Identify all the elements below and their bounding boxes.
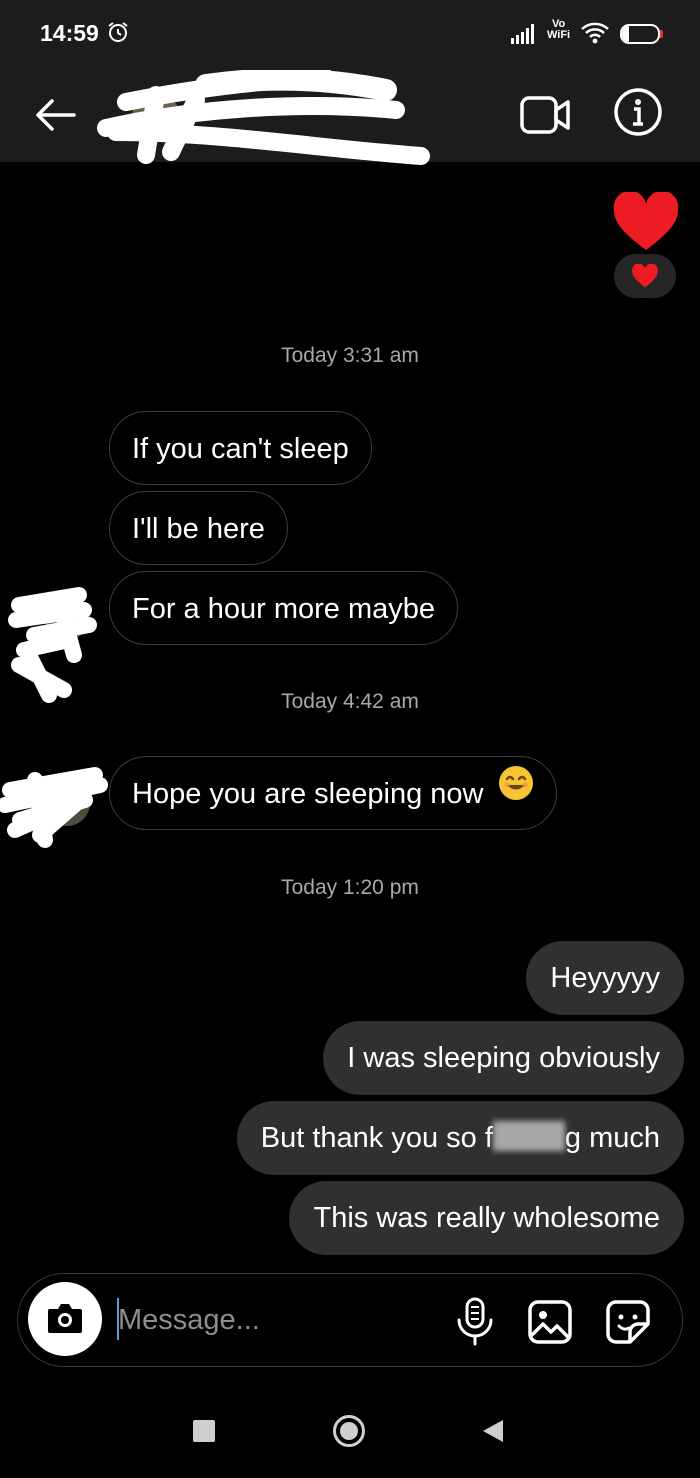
chat-header: ic bbox=[0, 68, 700, 165]
smiling-face-emoji-icon bbox=[498, 755, 534, 829]
blurred-text bbox=[492, 1121, 565, 1152]
timestamp: Today 3:31 am bbox=[281, 344, 419, 367]
message-text-start: But thank you so f bbox=[260, 1122, 493, 1154]
timestamp: Today 4:42 am bbox=[281, 690, 419, 713]
sent-message[interactable]: I was sleeping obviously bbox=[323, 1021, 684, 1095]
microphone-button[interactable] bbox=[454, 1296, 496, 1346]
sticker-button[interactable] bbox=[604, 1298, 652, 1346]
video-call-button[interactable] bbox=[518, 90, 572, 140]
received-message[interactable]: Hope you are sleeping now bbox=[109, 756, 557, 830]
received-message[interactable]: For a hour more maybe bbox=[109, 571, 459, 645]
timestamp: Today 1:20 pm bbox=[281, 876, 419, 899]
message-input[interactable] bbox=[118, 1298, 418, 1342]
cellular-signal-icon bbox=[511, 24, 539, 49]
wifi-icon bbox=[580, 22, 610, 49]
back-button[interactable] bbox=[30, 90, 80, 140]
camera-icon bbox=[48, 1304, 82, 1333]
battery-tip bbox=[660, 30, 663, 38]
system-navigation-bar bbox=[0, 1390, 700, 1478]
battery-icon: 20 bbox=[620, 24, 660, 44]
info-button[interactable] bbox=[610, 84, 666, 140]
gallery-button[interactable] bbox=[526, 1298, 574, 1346]
received-message[interactable]: If you can't sleep bbox=[109, 411, 372, 485]
sent-message[interactable]: This was really wholesome bbox=[289, 1181, 684, 1255]
microphone-icon bbox=[457, 1297, 493, 1346]
sent-message[interactable]: Heyyyyy bbox=[526, 941, 684, 1015]
home-button[interactable] bbox=[332, 1414, 366, 1448]
message-text-end: g much bbox=[564, 1122, 660, 1154]
camera-button[interactable] bbox=[28, 1282, 102, 1356]
vowifi-indicator: Vo WiFi bbox=[547, 18, 571, 41]
heart-icon bbox=[632, 264, 658, 288]
system-back-button[interactable] bbox=[481, 1418, 505, 1449]
redaction-scribble bbox=[0, 767, 108, 848]
status-time: 14:59 bbox=[40, 20, 99, 46]
status-bar: 14:59 Vo WiFi 20 bbox=[0, 0, 700, 68]
alarm-clock-icon bbox=[106, 20, 130, 49]
received-message[interactable]: I'll be here bbox=[109, 491, 288, 565]
image-icon bbox=[528, 1300, 572, 1344]
sticker-icon bbox=[606, 1300, 650, 1344]
message-text: Hope you are sleeping now bbox=[132, 778, 484, 810]
message-composer bbox=[17, 1273, 683, 1367]
reaction-pill[interactable] bbox=[614, 254, 676, 298]
battery-percent: 20 bbox=[632, 26, 648, 42]
recent-apps-button[interactable] bbox=[193, 1420, 215, 1442]
sent-message[interactable]: But thank you so f g much bbox=[236, 1101, 684, 1175]
redaction-scribble bbox=[97, 70, 430, 165]
redaction-scribble bbox=[8, 587, 97, 703]
heart-message[interactable] bbox=[612, 190, 680, 257]
